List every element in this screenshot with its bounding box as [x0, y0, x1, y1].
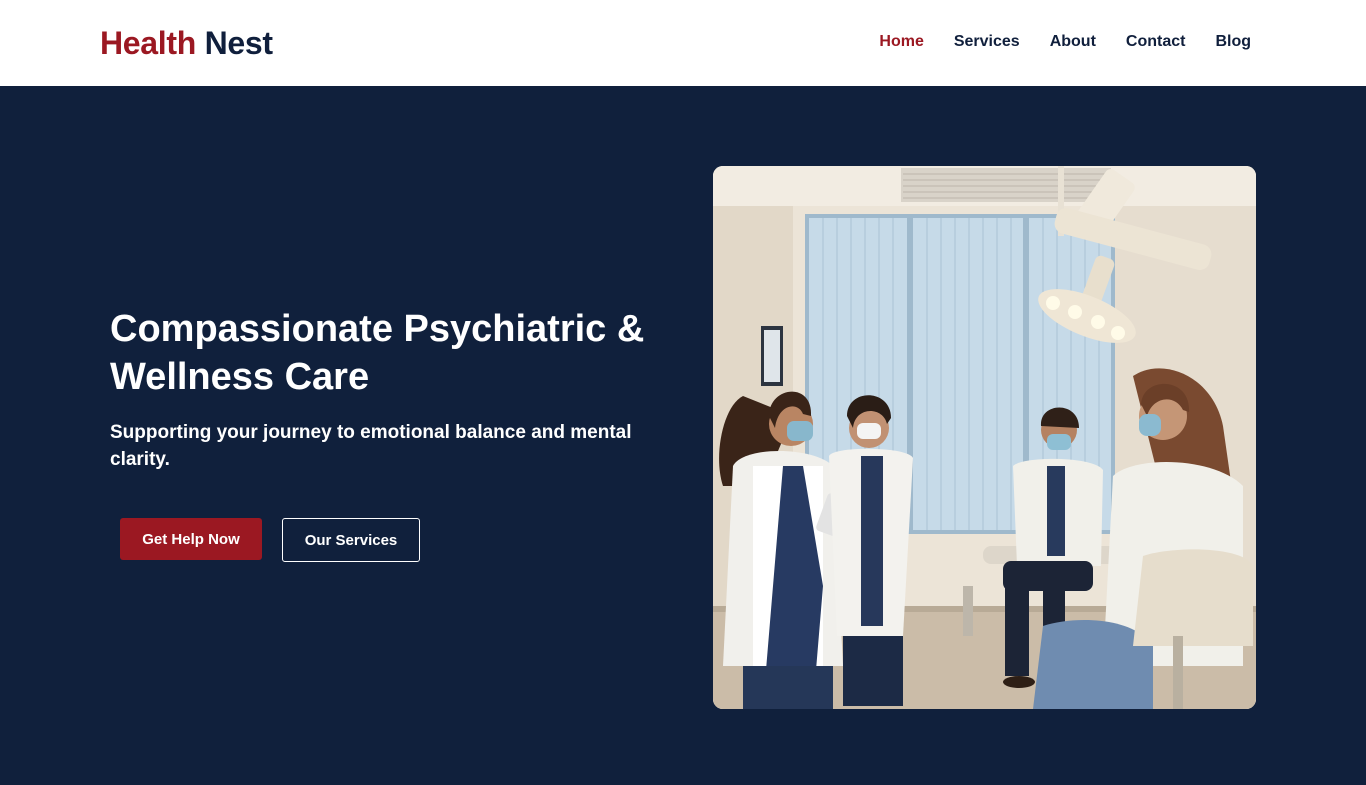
main-nav: Home Services About Contact Blog — [879, 31, 1251, 53]
hero-title: Compassionate Psychiatric & Wellness Car… — [110, 308, 645, 398]
nav-link-blog[interactable]: Blog — [1215, 31, 1251, 53]
hero-image-clinic-staff — [713, 166, 1256, 709]
hero-section: Compassionate Psychiatric & Wellness Car… — [0, 86, 1366, 785]
our-services-button[interactable]: Our Services — [282, 518, 420, 562]
brand-logo[interactable]: Health Nest — [100, 24, 273, 62]
top-navbar: Health Nest Home Services About Contact … — [0, 0, 1366, 86]
hero-subtitle: Supporting your journey to emotional bal… — [110, 422, 632, 470]
brand-name-part2: Nest — [204, 25, 273, 61]
nav-link-about[interactable]: About — [1050, 31, 1096, 53]
brand-name-part1: Health — [100, 25, 196, 61]
nav-link-home[interactable]: Home — [879, 31, 923, 53]
nav-link-services[interactable]: Services — [954, 31, 1020, 53]
get-help-now-button[interactable]: Get Help Now — [120, 518, 262, 560]
nav-link-contact[interactable]: Contact — [1126, 31, 1186, 53]
